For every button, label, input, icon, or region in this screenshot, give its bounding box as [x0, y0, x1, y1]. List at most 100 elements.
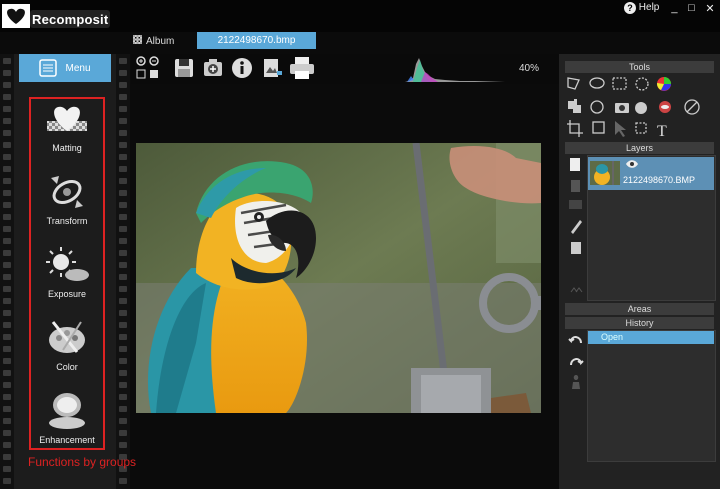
visibility-eye-icon[interactable]: [625, 159, 639, 169]
film-hole: [119, 262, 127, 268]
matting-label: Matting: [52, 143, 82, 153]
info-icon[interactable]: [231, 57, 253, 79]
film-hole: [3, 310, 11, 316]
polygon-lasso-icon: [567, 77, 580, 90]
film-hole: [3, 262, 11, 268]
transform-button[interactable]: Transform: [31, 172, 103, 226]
history-item[interactable]: Open: [588, 331, 714, 344]
film-hole: [119, 478, 127, 484]
film-hole: [3, 226, 11, 232]
tools-grid: T: [567, 77, 700, 139]
zoom-controls-icon[interactable]: [135, 55, 161, 81]
film-hole: [119, 286, 127, 292]
film-hole: [119, 70, 127, 76]
close-button[interactable]: ✕: [705, 2, 714, 18]
album-tab[interactable]: Album: [133, 35, 193, 49]
file-tab[interactable]: 2122498670.bmp: [197, 32, 316, 49]
film-hole: [3, 370, 11, 376]
help-icon: ?: [624, 2, 636, 14]
text-tool-icon: T: [657, 123, 667, 139]
film-hole: [3, 442, 11, 448]
film-hole: [119, 226, 127, 232]
film-hole: [3, 238, 11, 244]
exposure-icon: [46, 247, 89, 281]
film-strip-left: [0, 54, 14, 489]
film-hole: [3, 250, 11, 256]
undo-icon: [568, 336, 582, 344]
crop-rotate-icon: [592, 121, 605, 134]
maximize-button[interactable]: □: [688, 2, 695, 18]
film-strip-right: [116, 54, 130, 489]
film-hole: [3, 334, 11, 340]
film-hole: [3, 454, 11, 460]
tools-header: Tools: [565, 61, 714, 73]
duplicate-layer-icon: [569, 200, 582, 209]
layer-tools: [569, 158, 583, 293]
enhancement-button[interactable]: Enhancement: [31, 391, 103, 445]
photo-canvas[interactable]: [136, 143, 541, 413]
film-hole: [119, 82, 127, 88]
history-header: History: [565, 317, 714, 329]
function-group-box: Matting Transform Exposure Color Enhance…: [29, 97, 105, 450]
film-hole: [119, 442, 127, 448]
film-hole: [119, 346, 127, 352]
film-hole: [3, 178, 11, 184]
film-hole: [3, 106, 11, 112]
grid-icon: [133, 35, 142, 44]
compact-mirror-icon: [49, 393, 85, 429]
film-hole: [3, 166, 11, 172]
save-icon[interactable]: [173, 57, 195, 79]
history-list: [587, 330, 716, 462]
film-hole: [119, 310, 127, 316]
film-hole: [119, 298, 127, 304]
layer-file-icon: [571, 242, 581, 254]
functions-caption: Functions by groups: [28, 455, 137, 469]
matting-button[interactable]: Matting: [31, 99, 103, 153]
film-hole: [119, 274, 127, 280]
camera-add-icon[interactable]: [202, 57, 224, 79]
layers-header: Layers: [565, 142, 714, 154]
film-hole: [3, 190, 11, 196]
film-hole: [3, 70, 11, 76]
ellipse-select-icon: [635, 77, 649, 91]
film-hole: [119, 190, 127, 196]
areas-header: Areas: [565, 303, 714, 315]
film-hole: [119, 202, 127, 208]
film-hole: [119, 430, 127, 436]
color-button[interactable]: Color: [31, 318, 103, 372]
help-button[interactable]: ? Help: [624, 2, 666, 18]
film-hole: [3, 478, 11, 484]
film-hole: [3, 406, 11, 412]
film-hole: [3, 274, 11, 280]
export-image-icon[interactable]: [261, 57, 283, 79]
film-hole: [3, 130, 11, 136]
pointer-icon: [615, 121, 626, 137]
rect-select-icon: [612, 77, 627, 90]
film-hole: [3, 82, 11, 88]
recolor-icon: [635, 102, 647, 114]
exposure-button[interactable]: Exposure: [31, 245, 103, 299]
film-hole: [3, 154, 11, 160]
film-hole: [3, 202, 11, 208]
film-hole: [119, 154, 127, 160]
film-hole: [3, 430, 11, 436]
film-hole: [119, 406, 127, 412]
film-hole: [119, 334, 127, 340]
minimize-button[interactable]: _: [671, 2, 677, 18]
trash-icon: [571, 180, 580, 192]
menu-icon: [39, 59, 58, 77]
transform-icon: [51, 176, 83, 208]
menu-label: Menu: [65, 62, 91, 74]
film-hole: [3, 214, 11, 220]
heart-icon: [47, 106, 87, 131]
film-hole: [3, 346, 11, 352]
histogram: [405, 58, 505, 82]
menu-button[interactable]: Menu: [19, 54, 111, 82]
lasso-icon: [589, 77, 605, 89]
film-hole: [119, 370, 127, 376]
print-icon[interactable]: [289, 56, 315, 80]
film-hole: [119, 178, 127, 184]
album-tab-label: Album: [146, 36, 175, 47]
layer-name: 2122498670.BMP: [623, 175, 696, 185]
magnet-brush-icon: [590, 100, 604, 114]
